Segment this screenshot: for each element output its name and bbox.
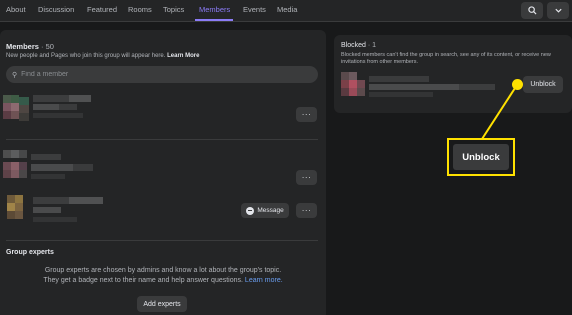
- callout-unblock-label: Unblock: [453, 144, 509, 170]
- callout-box: Unblock: [447, 138, 515, 176]
- callout-marker-dot: [512, 79, 523, 90]
